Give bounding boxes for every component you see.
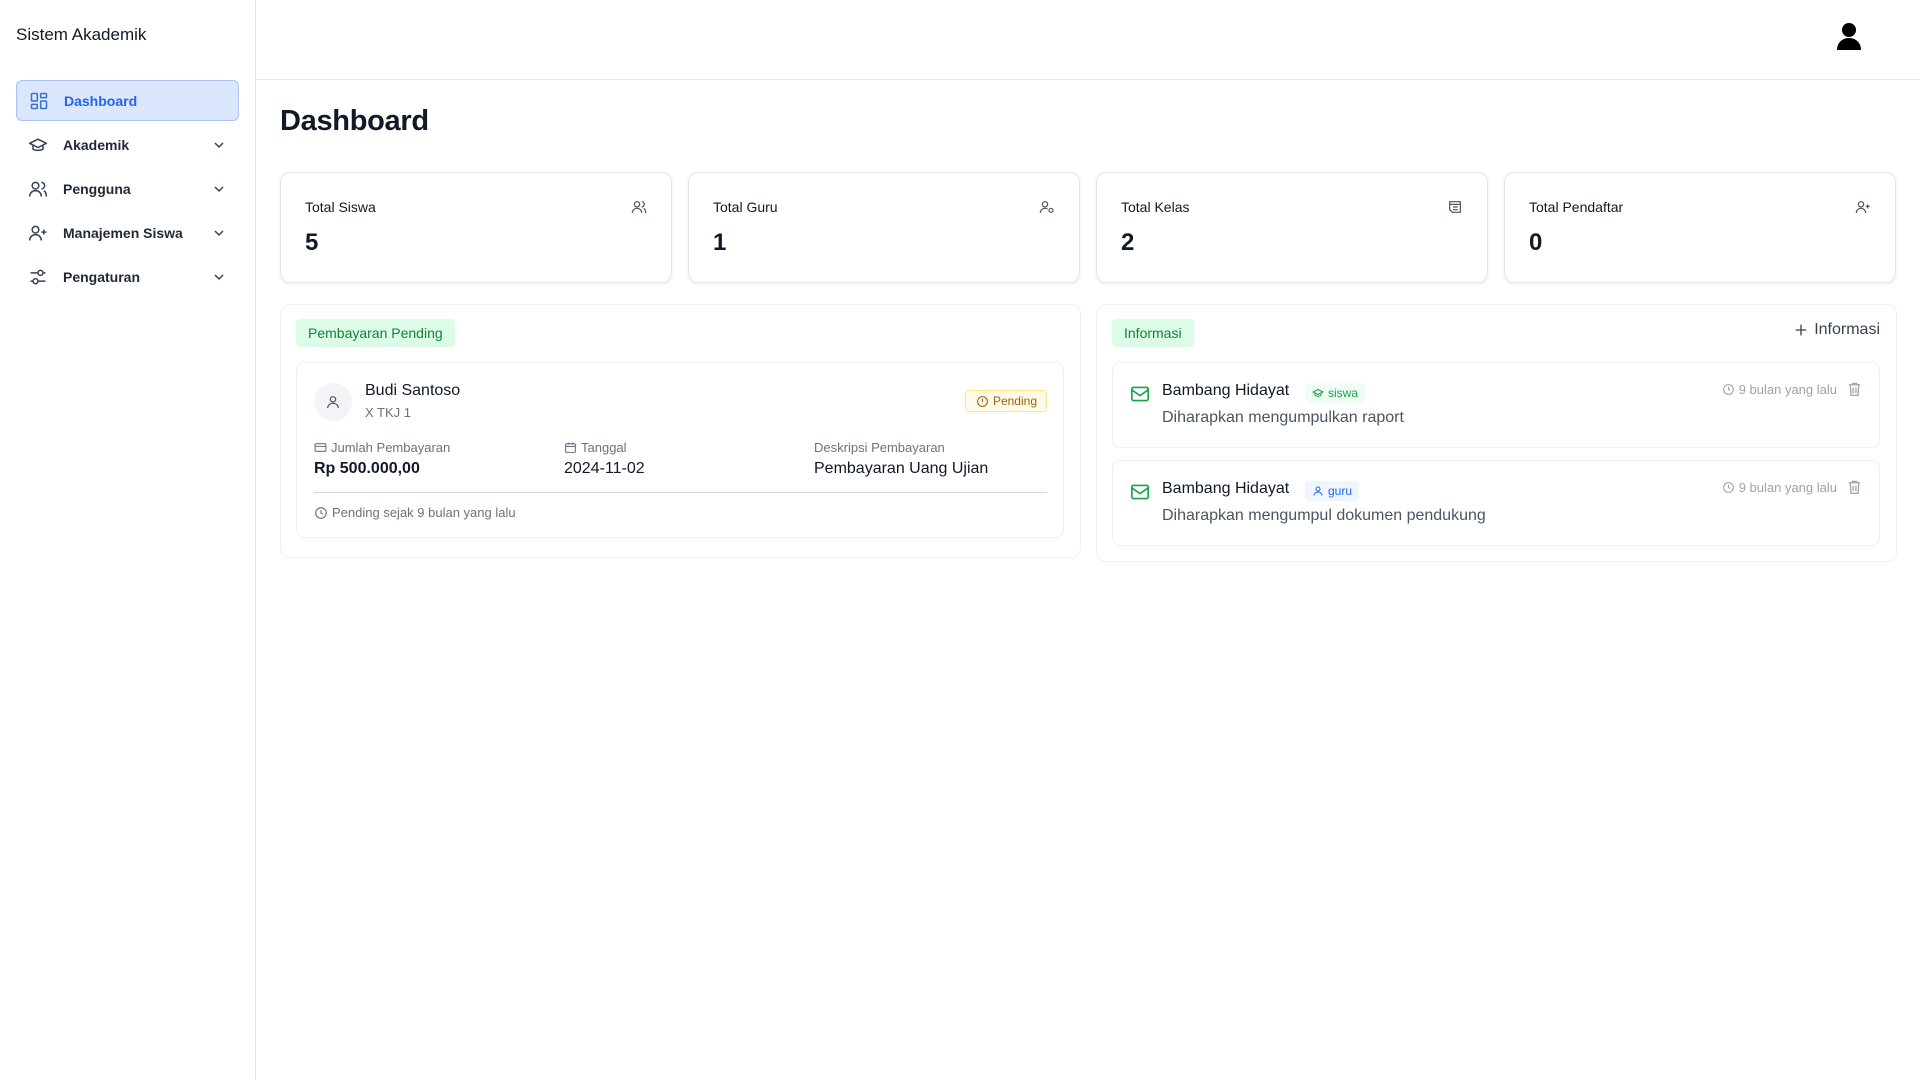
- sidebar-nav: Dashboard Akademik Pengguna Manajemen Si…: [16, 80, 239, 300]
- plus-icon: [1793, 322, 1809, 338]
- chevron-down-icon: [211, 225, 227, 241]
- trash-icon[interactable]: [1846, 478, 1863, 496]
- info-message: Diharapkan mengumpulkan raport: [1162, 409, 1404, 426]
- sidebar-item-pengaturan[interactable]: Pengaturan: [16, 256, 239, 298]
- clock-icon: [314, 506, 328, 520]
- payment-card[interactable]: Budi Santoso X TKJ 1 Pending Jumlah Pemb…: [296, 362, 1064, 538]
- alert-circle-icon: [976, 395, 989, 408]
- graduation-cap-icon: [1312, 387, 1324, 399]
- payer-class: X TKJ 1: [365, 405, 412, 420]
- info-message: Diharapkan mengumpul dokumen pendukung: [1162, 507, 1486, 524]
- user-plus-icon: [1855, 199, 1871, 215]
- stat-card-total-kelas: Total Kelas 2: [1096, 172, 1488, 283]
- role-badge-label: guru: [1328, 484, 1353, 498]
- sidebar-item-manajemen-siswa[interactable]: Manajemen Siswa: [16, 212, 239, 254]
- stat-label: Total Pendaftar: [1529, 199, 1624, 215]
- stat-label: Total Siswa: [305, 199, 376, 215]
- add-information-label: Informasi: [1814, 321, 1880, 338]
- dashboard-grid-icon: [29, 91, 49, 111]
- amount-label-row: Jumlah Pembayaran: [314, 438, 450, 456]
- info-sender: Bambang Hidayat: [1162, 480, 1290, 497]
- user-plus-icon: [28, 223, 48, 243]
- credit-card-icon: [314, 441, 327, 454]
- user-icon: [1312, 485, 1324, 497]
- users-icon: [631, 199, 647, 215]
- date-field: Tanggal 2024-11-02: [564, 438, 645, 478]
- graduation-cap-icon: [28, 135, 48, 155]
- sidebar-item-label: Pengguna: [63, 181, 131, 197]
- date-value: 2024-11-02: [564, 460, 645, 477]
- stat-card-total-siswa: Total Siswa 5: [280, 172, 672, 283]
- chevron-down-icon: [211, 137, 227, 153]
- add-information-button[interactable]: Informasi: [1793, 321, 1880, 339]
- info-timestamp-text: 9 bulan yang lalu: [1738, 480, 1837, 495]
- user-cog-icon: [1039, 199, 1055, 215]
- sidebar-item-label: Akademik: [63, 137, 130, 153]
- status-badge-label: Pending: [992, 394, 1037, 408]
- sidebar-item-label: Dashboard: [64, 92, 138, 109]
- description-field: Deskripsi Pembayaran Pembayaran Uang Uji…: [814, 438, 988, 478]
- info-timestamp: 9 bulan yang lalu: [1722, 480, 1837, 495]
- stat-value: 1: [713, 229, 727, 256]
- role-badge-label: siswa: [1328, 386, 1359, 400]
- description-label: Deskripsi Pembayaran: [814, 439, 945, 455]
- amount-field: Jumlah Pembayaran Rp 500.000,00: [314, 438, 450, 478]
- role-badge: siswa: [1305, 383, 1366, 403]
- chevron-down-icon: [211, 269, 227, 285]
- mail-icon: [1130, 483, 1150, 501]
- amount-value: Rp 500.000,00: [314, 460, 420, 477]
- info-timestamp: 9 bulan yang lalu: [1722, 382, 1837, 397]
- divider: [314, 492, 1047, 493]
- avatar: [314, 383, 352, 421]
- top-bar: [256, 0, 1920, 80]
- settings-sliders-icon: [28, 267, 48, 287]
- pending-payments-tag: Pembayaran Pending: [296, 319, 455, 347]
- stat-label: Total Kelas: [1121, 199, 1190, 215]
- info-sender: Bambang Hidayat: [1162, 382, 1290, 399]
- user-avatar-icon[interactable]: [1836, 22, 1862, 50]
- date-label-row: Tanggal: [564, 438, 645, 456]
- clock-icon: [1722, 481, 1735, 494]
- calendar-icon: [564, 441, 577, 454]
- role-badge: guru: [1305, 481, 1360, 501]
- information-panel: Informasi Informasi Bambang Hidayat sisw…: [1096, 304, 1897, 562]
- page-title: Dashboard: [280, 105, 429, 137]
- sidebar-item-label: Manajemen Siswa: [63, 225, 183, 241]
- payer-name: Budi Santoso: [365, 382, 461, 399]
- school-icon: [1447, 199, 1463, 215]
- clock-icon: [1722, 383, 1735, 396]
- stat-value: 0: [1529, 229, 1543, 256]
- information-tag: Informasi: [1112, 319, 1194, 347]
- stat-card-total-pendaftar: Total Pendaftar 0: [1504, 172, 1896, 283]
- stat-card-total-guru: Total Guru 1: [688, 172, 1080, 283]
- chevron-down-icon: [211, 181, 227, 197]
- trash-icon[interactable]: [1846, 380, 1863, 398]
- mail-icon: [1130, 385, 1150, 403]
- users-icon: [28, 179, 48, 199]
- amount-label: Jumlah Pembayaran: [331, 439, 451, 455]
- pending-payments-panel: Pembayaran Pending Budi Santoso X TKJ 1 …: [280, 304, 1081, 558]
- info-item[interactable]: Bambang Hidayat guru Diharapkan mengumpu…: [1112, 460, 1880, 546]
- info-item[interactable]: Bambang Hidayat siswa Diharapkan mengump…: [1112, 362, 1880, 448]
- stat-value: 2: [1121, 229, 1135, 256]
- info-timestamp-text: 9 bulan yang lalu: [1738, 382, 1837, 397]
- sidebar-item-label: Pengaturan: [63, 269, 141, 285]
- sidebar-item-pengguna[interactable]: Pengguna: [16, 168, 239, 210]
- pending-since: Pending sejak 9 bulan yang lalu: [314, 505, 516, 520]
- stat-label: Total Guru: [713, 199, 778, 215]
- description-value: Pembayaran Uang Ujian: [814, 460, 989, 477]
- pending-since-text: Pending sejak 9 bulan yang lalu: [332, 505, 516, 520]
- status-badge: Pending: [964, 390, 1047, 412]
- stat-value: 5: [305, 229, 319, 256]
- sidebar-item-dashboard[interactable]: Dashboard: [16, 80, 239, 121]
- sidebar-item-akademik[interactable]: Akademik: [16, 124, 239, 166]
- brand-title: Sistem Akademik: [16, 25, 147, 44]
- sidebar: Sistem Akademik Dashboard Akademik Pengg…: [0, 0, 256, 1080]
- date-label: Tanggal: [581, 439, 627, 455]
